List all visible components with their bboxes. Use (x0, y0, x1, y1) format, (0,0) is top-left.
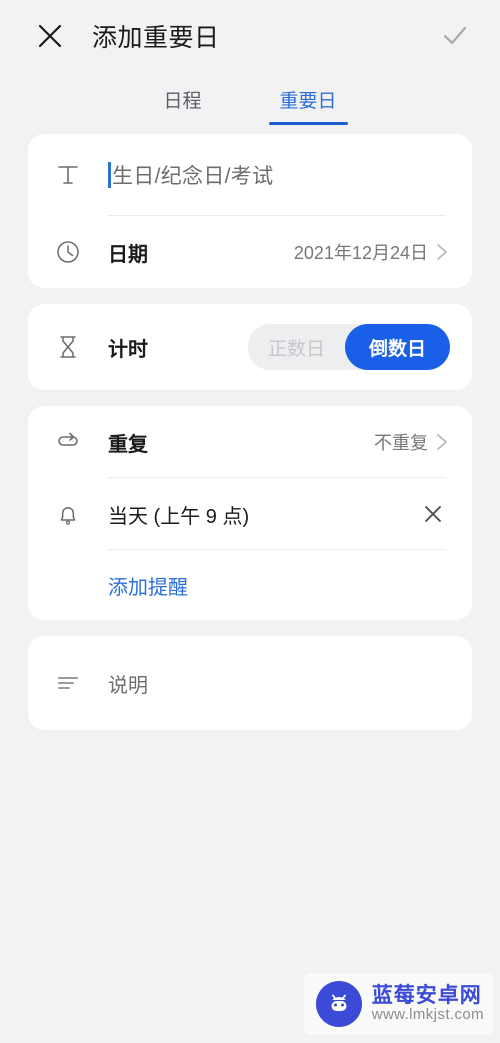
watermark-site-name: 蓝莓安卓网 (371, 984, 482, 1008)
close-icon (425, 506, 441, 522)
bell-icon (60, 507, 76, 525)
repeat-row[interactable]: 重复 不重复 (50, 406, 450, 478)
add-reminder-link[interactable]: 添加提醒 (50, 571, 188, 600)
close-icon (38, 24, 62, 48)
description-row[interactable]: 说明 (50, 636, 450, 730)
timer-option-countdown[interactable]: 倒数日 (344, 324, 450, 370)
timer-row: 计时 正数日 倒数日 (50, 304, 450, 390)
timer-option-count-up[interactable]: 正数日 (248, 324, 345, 370)
tab-bar: 日程 重要日 (0, 72, 500, 134)
check-icon (443, 26, 467, 45)
title-input-placeholder: 生日/纪念日/考试 (112, 165, 274, 188)
android-robot-icon (315, 981, 362, 1027)
watermark: 蓝莓安卓网 www.lmkjst.com (303, 973, 494, 1035)
bell-icon-wrap (50, 500, 108, 528)
date-value-group[interactable]: 2021年12月24日 (294, 239, 450, 265)
title-date-card: 生日/纪念日/考试 日期 2021年12月24日 (28, 134, 472, 288)
notes-icon-wrap (50, 669, 108, 697)
title-input[interactable]: 生日/纪念日/考试 (108, 160, 450, 190)
watermark-texts: 蓝莓安卓网 www.lmkjst.com (372, 985, 484, 1023)
remove-reminder-button[interactable] (416, 497, 450, 531)
date-label: 日期 (108, 243, 148, 266)
text-format-icon-wrap (50, 161, 108, 189)
description-card: 说明 (28, 636, 472, 730)
text-cursor (108, 162, 111, 188)
timer-card: 计时 正数日 倒数日 (28, 304, 472, 390)
notes-icon (58, 677, 78, 689)
header-left-group: 添加重要日 (30, 16, 434, 56)
reminder-row[interactable]: 当天 (上午 9 点) (50, 478, 450, 550)
clock-icon-wrap (50, 238, 108, 266)
confirm-button[interactable] (434, 15, 476, 57)
tab-important-day[interactable]: 重要日 (268, 82, 348, 125)
add-reminder-row[interactable]: 添加提醒 (50, 550, 450, 620)
chevron-right-icon (434, 431, 450, 453)
close-button[interactable] (30, 16, 70, 56)
app-header: 添加重要日 (0, 0, 500, 72)
hourglass-icon-wrap (50, 333, 108, 361)
page-title: 添加重要日 (92, 24, 220, 52)
title-input-row[interactable]: 生日/纪念日/考试 (50, 134, 450, 216)
repeat-reminder-card: 重复 不重复 当天 (上午 9 点) 添加提醒 (28, 406, 472, 620)
text-format-icon (58, 166, 78, 184)
add-important-day-screen: 添加重要日 日程 重要日 生日/纪念日/考试 日期 2021年12月24日 计时… (0, 0, 500, 1043)
date-row[interactable]: 日期 2021年12月24日 (50, 216, 450, 288)
repeat-icon (58, 432, 78, 446)
repeat-icon-wrap (50, 428, 108, 456)
reminder-text: 当天 (上午 9 点) (108, 505, 250, 528)
repeat-value: 不重复 (374, 433, 428, 453)
repeat-label: 重复 (108, 433, 148, 456)
timer-label: 计时 (108, 338, 148, 361)
date-value: 2021年12月24日 (293, 243, 428, 263)
hourglass-icon (60, 336, 76, 358)
repeat-value-group[interactable]: 不重复 (374, 429, 450, 455)
watermark-url: www.lmkjst.com (371, 1006, 484, 1024)
tab-schedule[interactable]: 日程 (157, 82, 207, 125)
timer-mode-toggle: 正数日 倒数日 (247, 324, 450, 370)
description-placeholder: 说明 (108, 674, 148, 697)
chevron-right-icon (434, 241, 450, 263)
clock-icon (57, 241, 79, 263)
